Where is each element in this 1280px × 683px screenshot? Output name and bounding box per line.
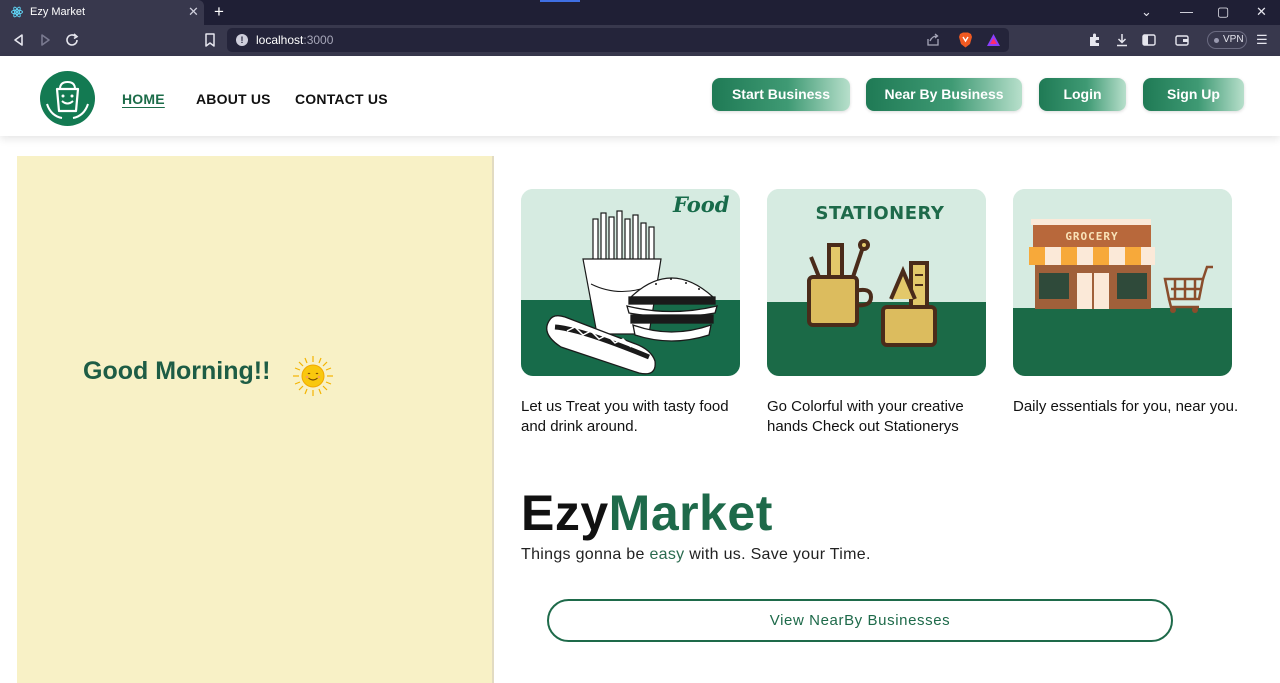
smiling-sun-icon [293, 356, 333, 396]
food-illustration: Food [521, 189, 740, 376]
stationery-category-card[interactable]: STATIONERY [767, 189, 986, 376]
brand-title: EzyMarket [521, 484, 773, 542]
ezy-market-logo[interactable] [40, 71, 95, 126]
stationery-illustration: STATIONERY [767, 189, 986, 376]
tab-strip-indicator [540, 0, 580, 2]
nav-home-link[interactable]: HOME [122, 91, 165, 107]
browser-menu-icon[interactable]: ☰ [1256, 32, 1268, 48]
stationery-caption: Go Colorful with your creative hands Che… [767, 398, 964, 435]
grocery-store-illustration: GROCERY [1013, 189, 1232, 376]
minimize-icon[interactable]: — [1180, 4, 1193, 20]
food-category-card[interactable]: Food [521, 189, 740, 376]
vpn-status-dot [1214, 38, 1219, 43]
new-tab-icon[interactable]: + [214, 2, 224, 22]
tab-close-icon[interactable]: ✕ [188, 4, 199, 20]
brave-rewards-icon[interactable] [986, 33, 1001, 47]
site-header: HOME ABOUT US CONTACT US Start Business … [0, 56, 1280, 136]
site-info-icon[interactable]: ! [236, 34, 248, 46]
vpn-button[interactable]: VPN [1207, 31, 1247, 49]
nav-contact-link[interactable]: CONTACT US [295, 91, 388, 107]
forward-icon[interactable] [37, 32, 53, 48]
maximize-icon[interactable]: ▢ [1217, 4, 1229, 20]
browser-tab-bar: Ezy Market ✕ + ⌄ — ▢ ✕ [0, 0, 1280, 25]
stationery-image-label: STATIONERY [816, 203, 945, 224]
start-business-button[interactable]: Start Business [712, 78, 850, 111]
sidebar-icon[interactable] [1141, 32, 1157, 48]
reload-icon[interactable] [64, 32, 80, 48]
address-bar[interactable]: ! localhost:3000 [227, 28, 1009, 52]
grocery-category-card[interactable]: GROCERY [1013, 189, 1232, 376]
browser-toolbar: ! localhost:3000 VPN ☰ [0, 25, 1280, 56]
signup-button[interactable]: Sign Up [1143, 78, 1244, 111]
view-nearby-businesses-button[interactable]: View NearBy Businesses [547, 599, 1173, 642]
brand-tagline: Things gonna be easy with us. Save your … [521, 546, 871, 563]
tab-search-chevron-icon[interactable]: ⌄ [1141, 4, 1152, 20]
greeting-panel: Good Morning!! [17, 156, 494, 683]
grocery-image-label: GROCERY [1065, 230, 1118, 243]
back-icon[interactable] [11, 32, 27, 48]
tagline-highlight: easy [649, 546, 685, 563]
nav-about-link[interactable]: ABOUT US [196, 91, 271, 107]
near-by-business-button[interactable]: Near By Business [866, 78, 1022, 111]
brand-title-market: Market [608, 485, 773, 541]
food-image-label: Food [672, 192, 730, 217]
browser-tab[interactable]: Ezy Market ✕ [0, 0, 204, 25]
extensions-icon[interactable] [1087, 32, 1103, 48]
share-icon[interactable] [926, 33, 940, 47]
login-button[interactable]: Login [1039, 78, 1126, 111]
window-close-icon[interactable]: ✕ [1256, 4, 1267, 20]
react-favicon-icon [11, 6, 23, 18]
shopping-bag-logo-icon [46, 80, 89, 119]
greeting-text: Good Morning!! [83, 357, 271, 385]
grocery-caption: Daily essentials for you, near you. [1013, 398, 1239, 415]
downloads-icon[interactable] [1114, 32, 1130, 48]
vpn-label: VPN [1223, 34, 1244, 45]
food-caption: Let us Treat you with tasty food and dri… [521, 398, 729, 435]
wallet-icon[interactable] [1174, 32, 1190, 48]
brand-title-ezy: Ezy [521, 485, 609, 541]
bookmark-icon[interactable] [202, 32, 218, 48]
brave-shields-icon[interactable] [958, 32, 973, 48]
url-text: localhost:3000 [256, 33, 334, 47]
tab-title: Ezy Market [30, 6, 86, 18]
